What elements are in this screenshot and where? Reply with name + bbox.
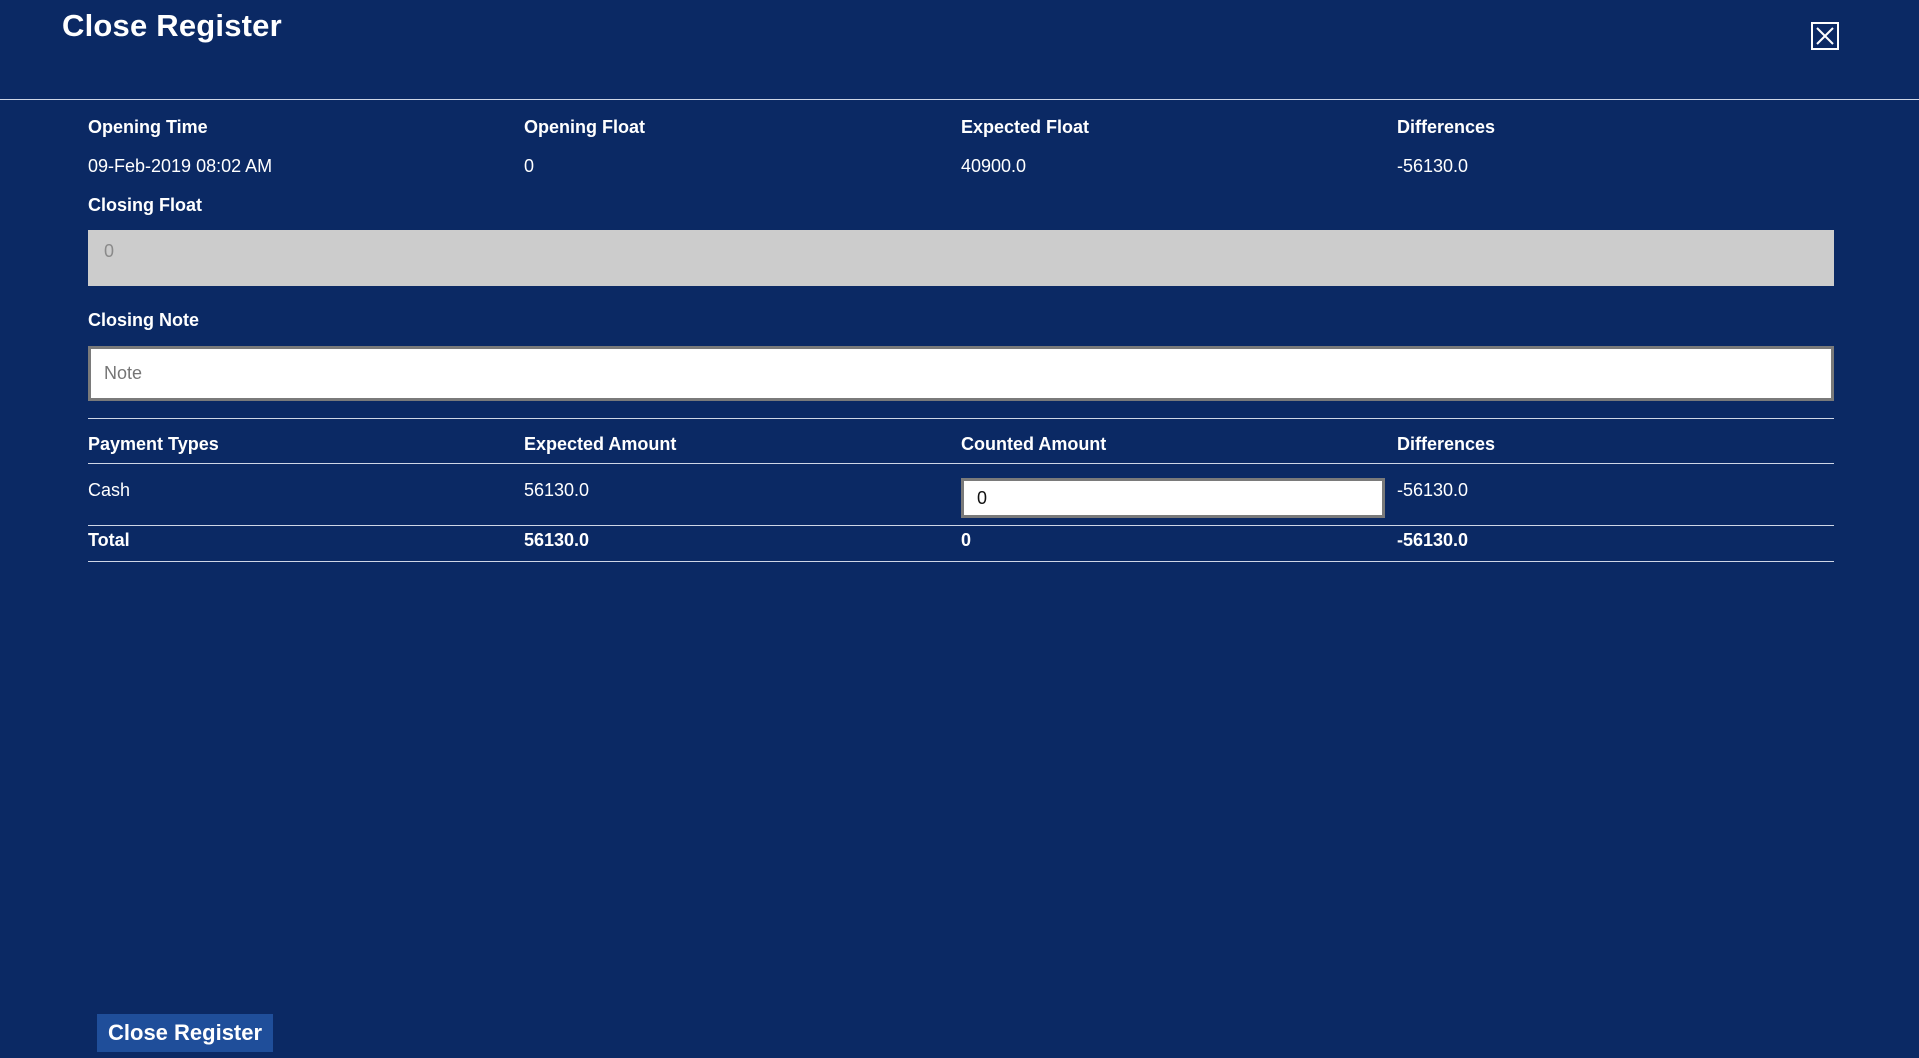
total-row: Total 56130.0 0 -56130.0 — [88, 530, 1834, 551]
close-dialog-button[interactable] — [1811, 22, 1839, 50]
counted-amount-input[interactable] — [961, 478, 1385, 518]
close-register-dialog: Close Register Opening Time Opening Floa… — [0, 0, 1919, 1058]
expected-amount-cell: 56130.0 — [524, 480, 590, 500]
payment-type-cell: Cash — [88, 480, 131, 500]
closing-note-label: Closing Note — [88, 310, 199, 330]
opening-time-label: Opening Time — [88, 117, 208, 137]
difference-cell: -56130.0 — [1397, 480, 1469, 500]
opening-time-value: 09-Feb-2019 08:02 AM — [88, 156, 273, 176]
counted-amount-cell — [961, 478, 1397, 518]
summary-value-row: 09-Feb-2019 08:02 AM 0 40900.0 -56130.0 — [88, 156, 1834, 177]
expected-amount-header: Expected Amount — [524, 434, 677, 454]
section-divider — [88, 418, 1834, 419]
counted-amount-header: Counted Amount — [961, 434, 1107, 454]
table-bottom-divider — [88, 561, 1834, 562]
table-header-divider — [88, 463, 1834, 464]
expected-float-value: 40900.0 — [961, 156, 1027, 176]
dialog-title: Close Register — [62, 8, 282, 43]
differences-label: Differences — [1397, 117, 1496, 137]
opening-float-value: 0 — [524, 156, 535, 176]
closing-float-label: Closing Float — [88, 195, 202, 215]
table-row-divider — [88, 525, 1834, 526]
total-difference: -56130.0 — [1397, 530, 1469, 550]
summary-header-row: Opening Time Opening Float Expected Floa… — [88, 117, 1834, 138]
payments-header-row: Payment Types Expected Amount Counted Am… — [88, 434, 1834, 455]
differences-header: Differences — [1397, 434, 1496, 454]
expected-float-label: Expected Float — [961, 117, 1090, 137]
opening-float-label: Opening Float — [524, 117, 645, 137]
differences-value: -56130.0 — [1397, 156, 1469, 176]
total-label: Total — [88, 530, 130, 550]
payment-types-header: Payment Types — [88, 434, 219, 454]
close-register-button[interactable]: Close Register — [97, 1014, 274, 1052]
closing-note-field[interactable] — [88, 346, 1834, 401]
header-divider — [0, 99, 1919, 100]
total-counted: 0 — [961, 530, 972, 550]
table-row: Cash 56130.0 -56130.0 — [88, 478, 1834, 518]
total-expected: 56130.0 — [524, 530, 590, 550]
closing-float-field: 0 — [88, 230, 1834, 286]
close-icon — [1816, 27, 1834, 45]
